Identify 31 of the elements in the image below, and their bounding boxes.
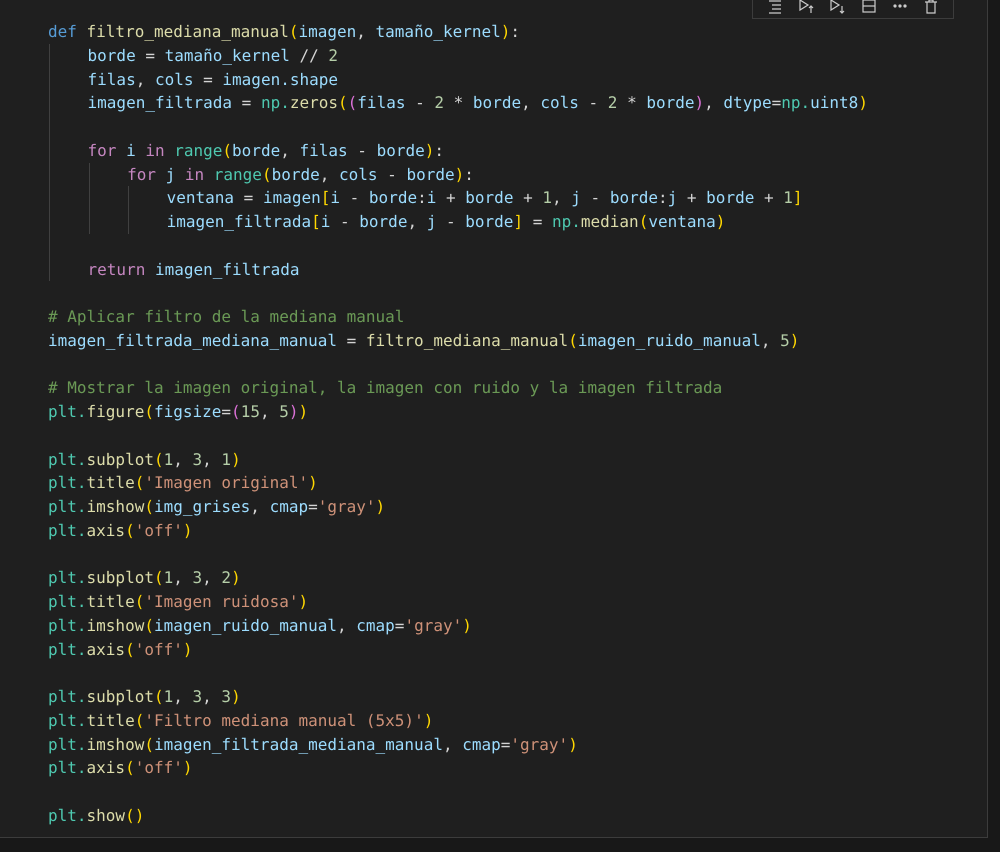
- trash-icon: [923, 0, 940, 14]
- code-line: plt.imshow(img_grises, cmap='gray'): [48, 496, 386, 518]
- code-line: ventana = imagen[i - borde:i + borde + 1, j - borde:j + borde + 1]: [166, 187, 803, 210]
- code-line: borde = tamaño_kernel // 2: [88, 44, 338, 67]
- code-line: for j in range(borde, cols - borde):: [127, 164, 474, 186]
- code-comment: # Aplicar filtro de la mediana manual: [48, 306, 404, 328]
- code-line: imagen_filtrada_mediana_manual = filtro_mediana_manual(imagen_ruido_manual, 5): [48, 330, 800, 352]
- code-line: plt.axis('off'): [48, 638, 193, 660]
- play-arrow-down-icon: [829, 0, 846, 14]
- split-cell-icon: [860, 0, 877, 14]
- code-line: plt.show(): [48, 804, 144, 827]
- code-line: plt.subplot(1, 3, 2): [48, 567, 241, 590]
- code-line: for i in range(borde, filas - borde):: [88, 140, 444, 162]
- code-line: plt.imshow(imagen_filtrada_mediana_manual, cmap='gray'): [48, 734, 578, 756]
- code-line: def filtro_mediana_manual(imagen, tamaño_kernel):: [48, 21, 520, 43]
- code-line: plt.axis('off'): [48, 520, 193, 542]
- list-lines-icon: [766, 0, 783, 14]
- code-line: plt.title('Imagen ruidosa'): [48, 591, 308, 613]
- code-line: plt.axis('off'): [48, 757, 193, 780]
- code-line: return imagen_filtrada: [88, 258, 300, 281]
- code-line: plt.subplot(1, 3, 1): [48, 448, 241, 470]
- code-line: plt.figure(figsize=(15, 5)): [48, 401, 308, 423]
- play-arrow-up-icon: [798, 0, 814, 14]
- code-line: plt.title('Filtro mediana manual (5x5)'): [48, 710, 434, 732]
- code-line: imagen_filtrada[i - borde, j - borde] = np.median(ventana): [166, 211, 726, 233]
- code-line: plt.subplot(1, 3, 3): [48, 686, 241, 708]
- code-line: filas, cols = imagen.shape: [88, 68, 338, 90]
- code-line: plt.title('Imagen original'): [48, 472, 318, 494]
- code-line: plt.imshow(imagen_ruido_manual, cmap='gray'): [48, 614, 472, 637]
- code-line: imagen_filtrada = np.zeros((filas - 2 * borde, cols - 2 * borde), dtype=np.uint8): [88, 92, 868, 114]
- code-comment: # Mostrar la imagen original, la imagen con ruido y la imagen filtrada: [48, 377, 722, 400]
